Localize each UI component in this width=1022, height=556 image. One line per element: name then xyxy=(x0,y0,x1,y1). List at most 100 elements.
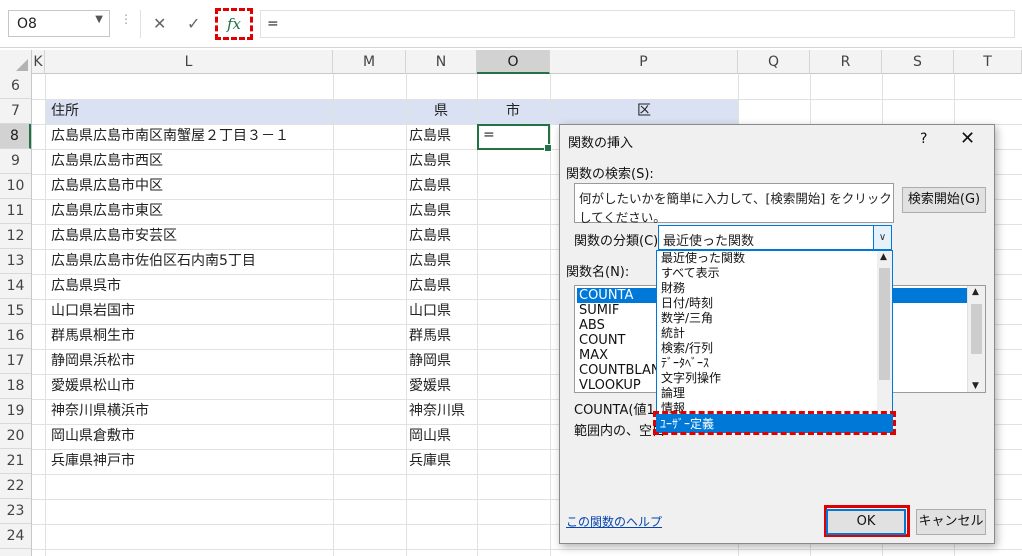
address-cell[interactable]: 静岡県浜松市 xyxy=(51,349,135,374)
row-header[interactable]: 11 xyxy=(0,199,31,224)
select-all-corner[interactable] xyxy=(0,50,32,74)
address-cell[interactable]: 広島県広島市中区 xyxy=(51,174,163,199)
row-header[interactable]: 12 xyxy=(0,224,31,249)
row-header[interactable]: 7 xyxy=(0,99,31,124)
table-header-address[interactable]: 住所 xyxy=(51,99,79,124)
prefecture-cell[interactable]: 群馬県 xyxy=(409,324,451,349)
prefecture-cell[interactable]: 広島県 xyxy=(409,224,451,249)
dropdown-scrollbar[interactable]: ▲ xyxy=(877,251,892,432)
function-search-input[interactable]: 何がしたいかを簡単に入力して、[検索開始] をクリックしてください。 xyxy=(574,183,894,225)
prefecture-cell[interactable]: 神奈川県 xyxy=(409,399,465,424)
address-cell[interactable]: 広島県呉市 xyxy=(51,274,121,299)
prefecture-cell[interactable]: 広島県 xyxy=(409,199,451,224)
column-header-t[interactable]: T xyxy=(954,50,1022,74)
row-header[interactable]: 8 xyxy=(0,124,31,149)
row-header[interactable]: 24 xyxy=(0,524,31,549)
row-header[interactable]: 19 xyxy=(0,399,31,424)
column-header-l[interactable]: L xyxy=(45,50,333,74)
prefecture-cell[interactable]: 広島県 xyxy=(409,174,451,199)
function-item[interactable]: VLOOKUP xyxy=(579,378,641,393)
ok-button[interactable]: OK xyxy=(826,509,906,535)
column-header-n[interactable]: N xyxy=(406,50,477,74)
function-item[interactable]: MAX xyxy=(579,348,608,363)
category-option[interactable]: 財務 xyxy=(661,281,685,296)
function-item[interactable]: ABS xyxy=(579,318,605,333)
row-header[interactable]: 17 xyxy=(0,349,31,374)
prefecture-cell[interactable]: 山口県 xyxy=(409,299,451,324)
address-cell[interactable]: 広島県広島市安芸区 xyxy=(51,224,177,249)
prefecture-cell[interactable]: 広島県 xyxy=(409,274,451,299)
chevron-up-icon[interactable]: ▲ xyxy=(972,287,979,297)
name-box[interactable]: O8 ▼ xyxy=(8,10,110,37)
address-cell[interactable]: 群馬県桐生市 xyxy=(51,324,135,349)
row-header[interactable]: 22 xyxy=(0,474,31,499)
chevron-down-icon[interactable]: ▼ xyxy=(95,14,103,25)
category-option[interactable]: 論理 xyxy=(661,386,685,401)
row-header[interactable]: 23 xyxy=(0,499,31,524)
cancel-icon[interactable]: ✕ xyxy=(153,14,166,33)
column-header-k[interactable]: K xyxy=(32,50,45,74)
category-option[interactable]: ﾃﾞｰﾀﾍﾞｰｽ xyxy=(661,356,709,371)
category-option[interactable]: 検索/行列 xyxy=(661,341,713,356)
category-dropdown-list[interactable]: 最近使った関数 すべて表示 財務 日付/時刻 数学/三角 統計 検索/行列 ﾃﾞ… xyxy=(656,250,893,433)
function-item[interactable]: COUNT xyxy=(579,333,626,348)
address-cell[interactable]: 広島県広島市佐伯区石内南5丁目 xyxy=(51,249,256,274)
row-header[interactable]: 14 xyxy=(0,274,31,299)
prefecture-cell[interactable]: 広島県 xyxy=(409,124,451,149)
prefecture-cell[interactable]: 静岡県 xyxy=(409,349,451,374)
address-cell[interactable]: 岡山県倉敷市 xyxy=(51,424,135,449)
scroll-thumb[interactable] xyxy=(879,268,890,380)
row-header[interactable]: 18 xyxy=(0,374,31,399)
table-header-city[interactable]: 市 xyxy=(506,99,520,124)
close-icon[interactable]: ✕ xyxy=(960,128,975,149)
table-header-ward[interactable]: 区 xyxy=(637,99,651,124)
address-cell[interactable]: 広島県広島市西区 xyxy=(51,149,163,174)
category-option[interactable]: 統計 xyxy=(661,326,685,341)
insert-function-fx-icon[interactable]: fx xyxy=(215,8,253,40)
row-header[interactable]: 21 xyxy=(0,449,31,474)
category-select[interactable]: 最近使った関数 ∨ xyxy=(658,225,892,250)
cancel-button[interactable]: キャンセル xyxy=(916,509,986,535)
row-header[interactable]: 16 xyxy=(0,324,31,349)
function-item[interactable]: COUNTA xyxy=(579,288,633,303)
category-option[interactable]: 数学/三角 xyxy=(661,311,713,326)
address-cell[interactable]: 神奈川県横浜市 xyxy=(51,399,149,424)
search-button[interactable]: 検索開始(G) xyxy=(902,187,986,213)
enter-icon[interactable]: ✓ xyxy=(187,14,200,33)
column-header-r[interactable]: R xyxy=(810,50,882,74)
prefecture-cell[interactable]: 広島県 xyxy=(409,149,451,174)
table-header-prefecture[interactable]: 県 xyxy=(434,99,448,124)
column-header-s[interactable]: S xyxy=(882,50,954,74)
address-cell[interactable]: 広島県広島市東区 xyxy=(51,199,163,224)
row-header[interactable]: 13 xyxy=(0,249,31,274)
column-header-q[interactable]: Q xyxy=(738,50,810,74)
row-header[interactable]: 15 xyxy=(0,299,31,324)
function-list-scrollbar[interactable]: ▲ ▼ xyxy=(967,286,985,392)
row-header[interactable]: 10 xyxy=(0,174,31,199)
formula-input[interactable]: = xyxy=(260,10,1015,38)
category-option[interactable]: 日付/時刻 xyxy=(661,296,713,311)
fill-handle[interactable] xyxy=(544,144,552,152)
address-cell[interactable]: 愛媛県松山市 xyxy=(51,374,135,399)
address-cell[interactable]: 山口県岩国市 xyxy=(51,299,135,324)
row-header[interactable]: 9 xyxy=(0,149,31,174)
address-cell[interactable]: 広島県広島市南区南蟹屋２丁目３－１ xyxy=(51,124,289,149)
column-header-p[interactable]: P xyxy=(550,50,738,74)
row-header[interactable]: 20 xyxy=(0,424,31,449)
chevron-up-icon[interactable]: ▲ xyxy=(880,252,887,262)
row-header[interactable]: 6 xyxy=(0,74,31,99)
function-item[interactable]: SUMIF xyxy=(579,303,619,318)
category-option[interactable]: すべて表示 xyxy=(661,266,720,281)
function-help-link[interactable]: この関数のヘルプ xyxy=(566,513,662,530)
column-header-m[interactable]: M xyxy=(333,50,406,74)
category-option[interactable]: 文字列操作 xyxy=(661,371,721,386)
prefecture-cell[interactable]: 岡山県 xyxy=(409,424,451,449)
column-header-o[interactable]: O xyxy=(477,50,550,74)
prefecture-cell[interactable]: 広島県 xyxy=(409,249,451,274)
prefecture-cell[interactable]: 愛媛県 xyxy=(409,374,451,399)
category-option[interactable]: 最近使った関数 xyxy=(661,251,745,266)
scroll-thumb[interactable] xyxy=(971,304,982,354)
help-icon[interactable]: ? xyxy=(920,131,927,147)
active-cell[interactable]: = xyxy=(477,124,552,152)
chevron-down-icon[interactable]: ∨ xyxy=(873,226,891,249)
